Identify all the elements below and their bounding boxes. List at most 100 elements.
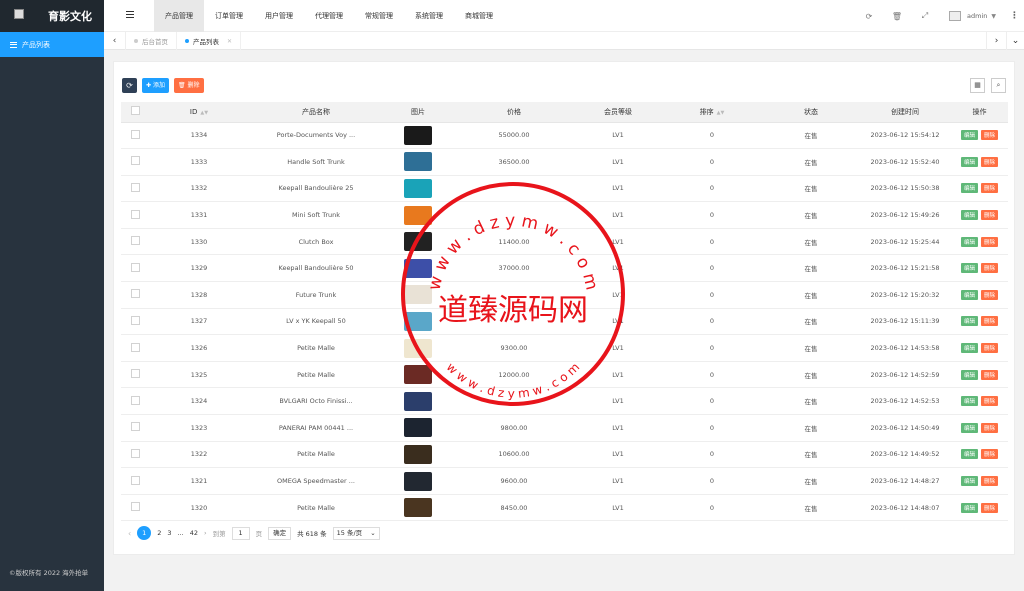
tab-product-list[interactable]: 产品列表 ✕ [177,32,242,50]
delete-row-button[interactable]: 删除 [981,156,999,167]
page-input[interactable]: 1 [231,526,250,540]
product-thumbnail[interactable] [404,311,432,331]
delete-row-button[interactable]: 删除 [981,210,999,221]
cell-image[interactable] [383,228,453,256]
delete-row-button[interactable]: 删除 [981,130,999,141]
cell-image[interactable] [383,254,453,283]
page-3[interactable]: 3 [167,529,171,537]
edit-button[interactable]: 编辑 [960,449,978,460]
edit-button[interactable]: 编辑 [960,210,978,221]
next-page-icon[interactable]: › [204,529,207,537]
nav-item-users[interactable]: 用户管理 [254,0,304,32]
delete-row-button[interactable]: 删除 [981,343,999,354]
delete-row-button[interactable]: 删除 [981,316,999,327]
row-checkbox[interactable] [121,228,149,256]
row-checkbox[interactable] [121,414,149,442]
row-checkbox[interactable] [121,334,149,362]
delete-row-button[interactable]: 删除 [981,183,999,194]
product-thumbnail[interactable] [404,152,432,172]
row-checkbox[interactable] [121,494,149,522]
edit-button[interactable]: 编辑 [960,183,978,194]
page-last[interactable]: 42 [190,529,198,537]
edit-button[interactable]: 编辑 [960,396,978,407]
menu-toggle-icon[interactable] [126,11,134,19]
cell-image[interactable] [383,441,453,469]
cell-image[interactable] [383,148,453,176]
cell-image[interactable] [383,308,453,336]
product-thumbnail[interactable] [404,178,432,198]
row-checkbox[interactable] [121,308,149,336]
column-header-sort[interactable]: 排序 ▲▼ [661,102,763,123]
sidebar-item-product-list[interactable]: 产品列表 [0,32,104,57]
edit-button[interactable]: 编辑 [960,236,978,247]
product-thumbnail[interactable] [404,258,432,278]
cell-image[interactable] [383,122,453,150]
chevron-down-icon[interactable]: ⌄ [1006,32,1024,50]
nav-item-general[interactable]: 常规管理 [354,0,404,32]
edit-button[interactable]: 编辑 [960,263,978,274]
edit-button[interactable]: 编辑 [960,130,978,141]
product-thumbnail[interactable] [404,232,432,252]
more-vertical-icon[interactable]: ⋮ [1010,11,1024,21]
cell-image[interactable] [383,494,453,522]
add-button[interactable]: ✚ 添加 [142,78,169,93]
delete-row-button[interactable]: 删除 [981,263,999,274]
nav-item-agents[interactable]: 代理管理 [304,0,354,32]
cell-image[interactable] [383,467,453,495]
delete-row-button[interactable]: 删除 [981,502,999,513]
nav-item-orders[interactable]: 订单管理 [204,0,254,32]
chevron-left-icon[interactable]: ‹ [104,32,126,50]
column-header-id[interactable]: ID ▲▼ [149,102,249,123]
logo-area[interactable]: 育影文化 [0,0,104,32]
refresh-icon[interactable]: ⟳ [855,12,883,21]
row-checkbox[interactable] [121,201,149,229]
page-size-select[interactable]: 15 条/页 ⌄ [332,526,380,540]
delete-row-button[interactable]: 删除 [981,422,999,433]
select-all-checkbox[interactable] [121,102,149,123]
row-checkbox[interactable] [121,148,149,176]
row-checkbox[interactable] [121,441,149,469]
edit-button[interactable]: 编辑 [960,316,978,327]
product-thumbnail[interactable] [404,498,432,518]
edit-button[interactable]: 编辑 [960,502,978,513]
row-checkbox[interactable] [121,387,149,416]
row-checkbox[interactable] [121,467,149,495]
chevron-down-icon[interactable]: ▼ [991,13,996,20]
row-checkbox[interactable] [121,254,149,283]
row-checkbox[interactable] [121,122,149,150]
row-checkbox[interactable] [121,175,149,203]
product-thumbnail[interactable] [404,205,432,225]
page-current[interactable]: 1 [137,526,152,540]
tab-home[interactable]: 后台首页 [126,32,177,50]
row-checkbox[interactable] [121,361,149,389]
search-icon[interactable]: ⌕ [991,78,1006,93]
nav-item-products[interactable]: 产品管理 [154,0,204,32]
edit-button[interactable]: 编辑 [960,343,978,354]
product-thumbnail[interactable] [404,444,432,464]
product-thumbnail[interactable] [404,338,432,358]
refresh-button[interactable]: ⟳ [122,78,137,93]
delete-row-button[interactable]: 删除 [981,289,999,300]
edit-button[interactable]: 编辑 [960,289,978,300]
nav-item-system[interactable]: 系统管理 [404,0,454,32]
product-thumbnail[interactable] [404,418,432,438]
prev-page-icon[interactable]: ‹ [128,529,131,538]
row-checkbox[interactable] [121,281,149,309]
product-thumbnail[interactable] [404,391,432,411]
cell-image[interactable] [383,414,453,442]
edit-button[interactable]: 编辑 [960,422,978,433]
delete-row-button[interactable]: 删除 [981,236,999,247]
product-thumbnail[interactable] [404,285,432,305]
product-thumbnail[interactable] [404,365,432,385]
delete-row-button[interactable]: 删除 [981,369,999,380]
cell-image[interactable] [383,334,453,362]
cell-image[interactable] [383,361,453,389]
confirm-button[interactable]: 确定 [268,526,292,540]
delete-row-button[interactable]: 删除 [981,476,999,487]
product-thumbnail[interactable] [404,471,432,491]
edit-button[interactable]: 编辑 [960,369,978,380]
username[interactable]: admin [967,12,987,20]
fullscreen-icon[interactable]: ⤢ [911,11,939,21]
nav-item-shop[interactable]: 商城管理 [454,0,504,32]
close-icon[interactable]: ✕ [227,38,232,45]
